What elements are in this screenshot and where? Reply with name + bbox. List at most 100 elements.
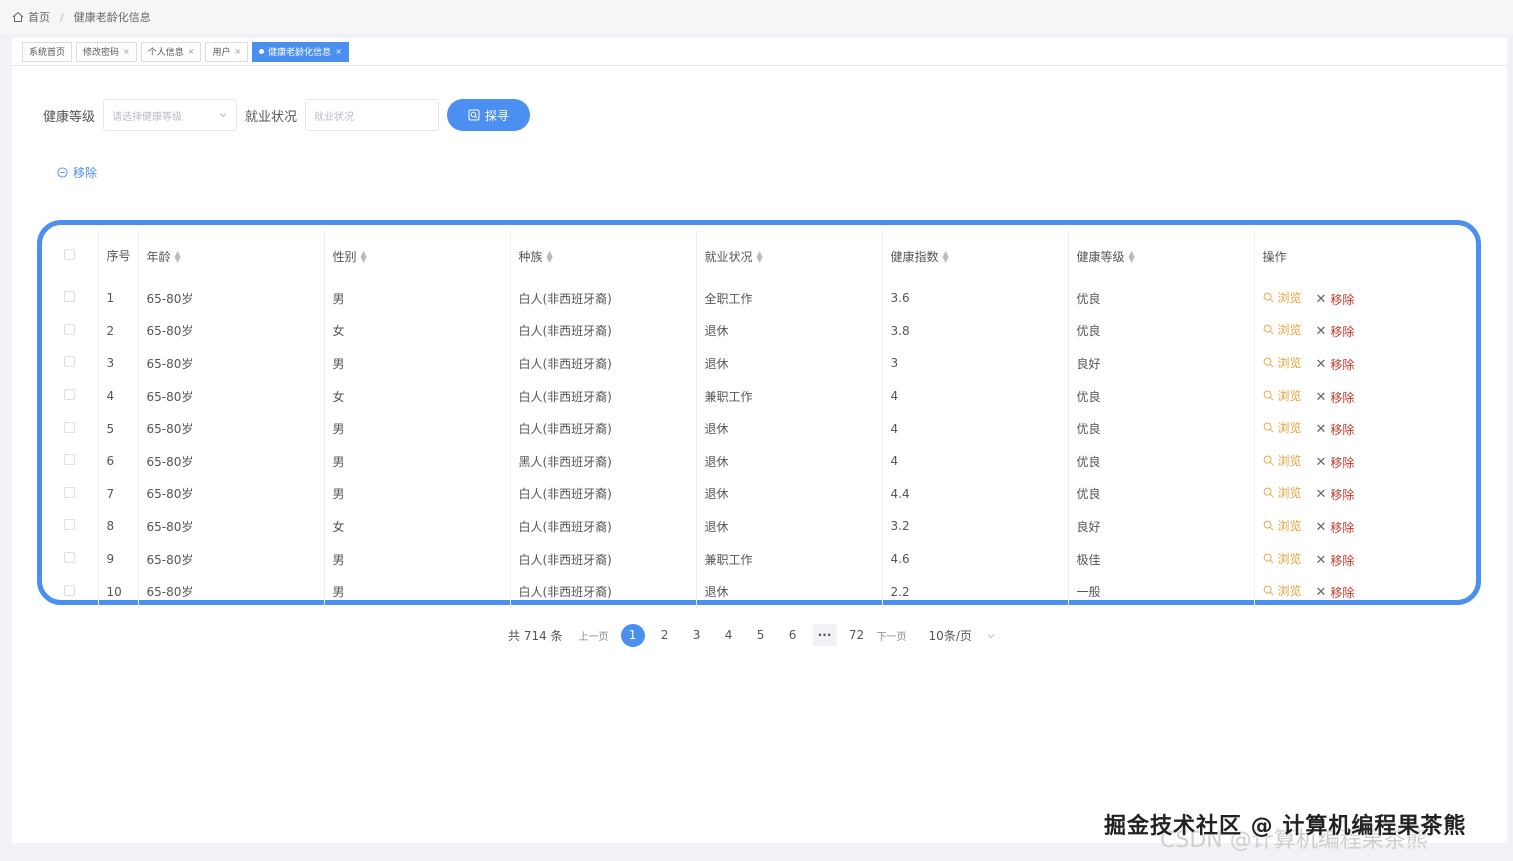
table-header-row: 序号 年龄 ▲ ▼ 性别 ▲ ▼ 种族 ▲ ▼ 就业状况 ▲ ▼ 健康指数 ▲ ▼ 健康等级 ▲ ▼ 操… (56, 230, 1476, 282)
remove-label: 移除 (1330, 390, 1355, 405)
view-button[interactable]: 浏览 (1263, 321, 1302, 338)
remove-label: 移除 (1330, 325, 1355, 340)
row-health-index: 4 (882, 379, 1069, 413)
page-size-select[interactable]: 10条/页 (929, 627, 996, 644)
row-actions: 浏览 ✕ 移除 (1254, 575, 1476, 608)
remove-label: 移除 (1330, 292, 1355, 307)
search-button-label: 探寻 (485, 108, 510, 123)
col-gender[interactable]: 性别 ▲ ▼ (324, 230, 511, 282)
col-age[interactable]: 年龄 ▲ ▼ (138, 230, 325, 282)
row-checkbox[interactable] (64, 356, 75, 368)
row-health-level: 优良 (1068, 412, 1255, 445)
sort-icon[interactable]: ▲ ▼ (175, 250, 181, 264)
sort-icon[interactable]: ▲ ▼ (1129, 250, 1135, 264)
row-select-cell (56, 575, 99, 608)
col-health-index[interactable]: 健康指数 ▲ ▼ (882, 230, 1069, 282)
view-button[interactable]: 浏览 (1263, 354, 1302, 371)
remove-button[interactable]: ✕ 移除 (1316, 519, 1355, 536)
page-more-button[interactable]: ··· (812, 624, 837, 646)
close-icon: ✕ (1315, 324, 1327, 340)
view-button[interactable]: 浏览 (1263, 289, 1302, 306)
search-icon (468, 109, 480, 121)
row-checkbox[interactable] (64, 454, 75, 466)
row-checkbox[interactable] (64, 421, 75, 433)
remove-button[interactable]: ✕ 移除 (1316, 584, 1355, 601)
row-race: 白人(非西班牙裔) (510, 282, 697, 315)
sort-icon[interactable]: ▲ ▼ (757, 250, 763, 264)
row-index: 4 (98, 379, 139, 413)
employment-input[interactable]: 就业状况 (305, 99, 440, 131)
row-select-cell (56, 510, 99, 543)
close-icon[interactable]: × (188, 47, 195, 56)
row-checkbox[interactable] (64, 584, 75, 596)
breadcrumb-home[interactable]: 首页 (28, 9, 50, 25)
table-row: 1 65-80岁男白人(非西班牙裔) 全职工作 3.6 优良 浏览 ✕ 移除 (56, 282, 1476, 315)
health-level-label: 健康等级 (43, 109, 96, 125)
remove-button[interactable]: ✕ 移除 (1316, 454, 1355, 471)
row-select-cell (56, 282, 99, 315)
row-race: 白人(非西班牙裔) (510, 379, 697, 413)
view-label: 浏览 (1277, 290, 1302, 305)
page-button[interactable]: 2 (653, 624, 677, 646)
view-button[interactable]: 浏览 (1263, 517, 1302, 534)
row-actions: 浏览 ✕ 移除 (1254, 412, 1476, 445)
view-button[interactable]: 浏览 (1263, 452, 1302, 469)
health-level-select[interactable]: 请选择健康等级 (103, 99, 238, 131)
remove-button[interactable]: ✕ 移除 (1316, 356, 1355, 373)
view-button[interactable]: 浏览 (1263, 550, 1302, 567)
tag-health-aging[interactable]: 健康老龄化信息 × (252, 41, 349, 62)
view-button[interactable]: 浏览 (1263, 419, 1302, 436)
page-button[interactable]: 3 (685, 624, 709, 646)
view-button[interactable]: 浏览 (1263, 484, 1302, 501)
page-button[interactable]: 6 (781, 624, 805, 646)
row-checkbox[interactable] (64, 291, 75, 303)
home-icon[interactable] (12, 11, 24, 23)
active-dot-icon (259, 49, 265, 54)
remove-button[interactable]: ✕ 移除 (1316, 486, 1355, 503)
close-icon[interactable]: × (234, 47, 241, 56)
page-button[interactable]: 72 (845, 624, 869, 646)
search-icon (1263, 488, 1273, 498)
close-icon: ✕ (1315, 585, 1327, 601)
row-checkbox[interactable] (64, 389, 75, 401)
col-health-level[interactable]: 健康等级 ▲ ▼ (1068, 230, 1255, 282)
col-employment[interactable]: 就业状况 ▲ ▼ (696, 230, 883, 282)
view-button[interactable]: 浏览 (1263, 582, 1302, 599)
view-button[interactable]: 浏览 (1263, 387, 1302, 404)
sort-icon[interactable]: ▲ ▼ (547, 250, 553, 264)
row-employment: 退休 (696, 575, 883, 608)
search-button[interactable]: 探寻 (447, 99, 531, 131)
remove-button[interactable]: ✕ 移除 (1316, 291, 1355, 308)
remove-button[interactable]: ✕ 移除 (1316, 323, 1355, 340)
close-icon[interactable]: × (335, 47, 342, 56)
col-race[interactable]: 种族 ▲ ▼ (510, 230, 697, 282)
close-icon[interactable]: × (123, 47, 130, 56)
row-checkbox[interactable] (64, 552, 75, 564)
remove-button[interactable]: ✕ 移除 (1316, 552, 1355, 569)
row-health-index: 3.6 (882, 282, 1069, 315)
row-employment: 退休 (696, 412, 883, 445)
row-checkbox[interactable] (64, 323, 75, 335)
prev-page-button[interactable]: 上一页 (579, 628, 609, 643)
view-label: 浏览 (1277, 355, 1302, 370)
tag-change-password[interactable]: 修改密码 × (76, 41, 137, 62)
minus-circle-icon (57, 167, 68, 178)
next-page-button[interactable]: 下一页 (877, 628, 907, 643)
tag-personal-info[interactable]: 个人信息 × (140, 41, 202, 62)
row-checkbox[interactable] (64, 486, 75, 498)
sort-icon[interactable]: ▲ ▼ (943, 250, 949, 264)
page-button[interactable]: 1 (620, 624, 645, 647)
bulk-remove-button[interactable]: 移除 (57, 164, 97, 181)
remove-button[interactable]: ✕ 移除 (1316, 389, 1355, 406)
remove-button[interactable]: ✕ 移除 (1316, 421, 1355, 438)
row-employment: 退休 (696, 477, 883, 511)
tag-system-home[interactable]: 系统首页 (22, 41, 73, 62)
search-icon (1263, 585, 1273, 596)
select-all-checkbox[interactable] (64, 249, 75, 260)
sort-icon[interactable]: ▲ ▼ (361, 250, 367, 264)
row-checkbox[interactable] (64, 519, 75, 531)
page-button[interactable]: 4 (717, 624, 741, 646)
tag-user[interactable]: 用户 × (205, 41, 249, 62)
col-gender-label: 性别 (332, 249, 357, 264)
page-button[interactable]: 5 (749, 624, 773, 646)
